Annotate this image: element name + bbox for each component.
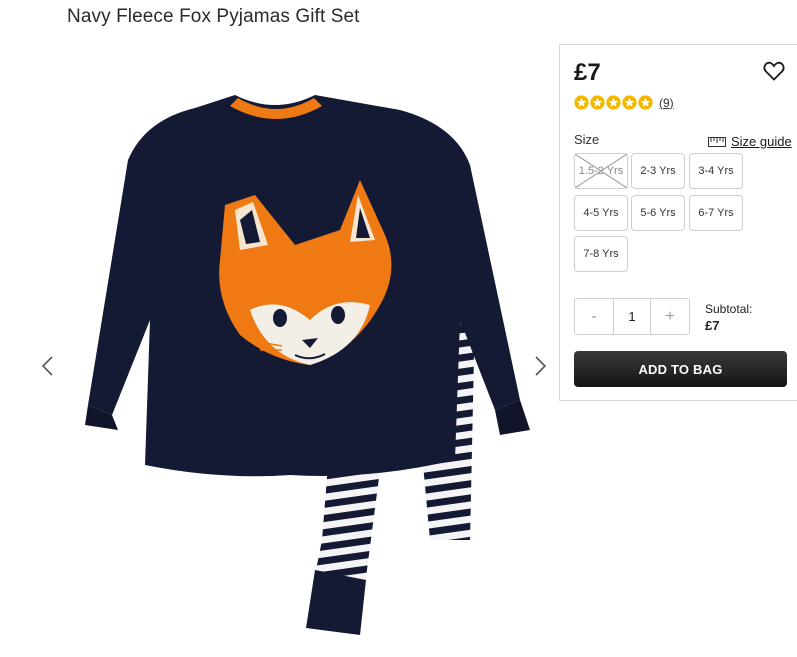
size-option-label: 4-5 Yrs bbox=[583, 207, 619, 219]
gallery-prev-button[interactable] bbox=[38, 351, 58, 381]
size-option[interactable]: 4-5 Yrs bbox=[574, 195, 628, 231]
size-label: Size bbox=[574, 132, 600, 147]
size-option[interactable]: 6-7 Yrs bbox=[689, 195, 743, 231]
size-guide-link[interactable]: Size guide bbox=[708, 134, 792, 149]
star-icon bbox=[638, 95, 653, 110]
subtotal-label: Subtotal: bbox=[705, 302, 753, 316]
wishlist-heart-icon[interactable] bbox=[762, 59, 786, 83]
quantity-input[interactable]: 1 bbox=[613, 299, 651, 334]
purchase-panel: £7 (9) Size Size guide 1.5-2 Yrs 2-3 Yrs… bbox=[559, 44, 797, 401]
size-option-label: 2-3 Yrs bbox=[640, 165, 676, 177]
product-image[interactable] bbox=[70, 70, 530, 650]
unavailable-cross-icon bbox=[575, 154, 627, 188]
gallery-next-button[interactable] bbox=[530, 351, 550, 381]
size-option[interactable]: 7-8 Yrs bbox=[574, 236, 628, 272]
add-to-bag-button[interactable]: ADD TO BAG bbox=[574, 351, 787, 387]
product-title: Navy Fleece Fox Pyjamas Gift Set bbox=[67, 6, 360, 27]
chevron-left-icon bbox=[41, 356, 53, 376]
size-option-unavailable[interactable]: 1.5-2 Yrs bbox=[574, 153, 628, 189]
subtotal-value: £7 bbox=[705, 318, 720, 333]
star-icon bbox=[574, 95, 589, 110]
rating-stars[interactable]: (9) bbox=[574, 95, 674, 110]
size-option[interactable]: 5-6 Yrs bbox=[631, 195, 685, 231]
size-option-label: 6-7 Yrs bbox=[698, 207, 734, 219]
ruler-icon bbox=[708, 136, 726, 147]
size-option-label: 5-6 Yrs bbox=[640, 207, 676, 219]
quantity-decrease-button[interactable]: - bbox=[575, 299, 613, 334]
quantity-increase-button[interactable]: + bbox=[651, 299, 689, 334]
size-option-label: 3-4 Yrs bbox=[698, 165, 734, 177]
size-guide-label: Size guide bbox=[731, 134, 792, 149]
star-icon bbox=[590, 95, 605, 110]
review-count-link[interactable]: (9) bbox=[659, 96, 674, 110]
size-option[interactable]: 2-3 Yrs bbox=[631, 153, 685, 189]
star-icon bbox=[606, 95, 621, 110]
quantity-stepper: - 1 + bbox=[574, 298, 690, 335]
product-gallery bbox=[30, 50, 550, 650]
product-price: £7 bbox=[574, 59, 601, 86]
size-option[interactable]: 3-4 Yrs bbox=[689, 153, 743, 189]
size-option-label: 7-8 Yrs bbox=[583, 248, 619, 260]
star-icon bbox=[622, 95, 637, 110]
chevron-right-icon bbox=[535, 356, 547, 376]
